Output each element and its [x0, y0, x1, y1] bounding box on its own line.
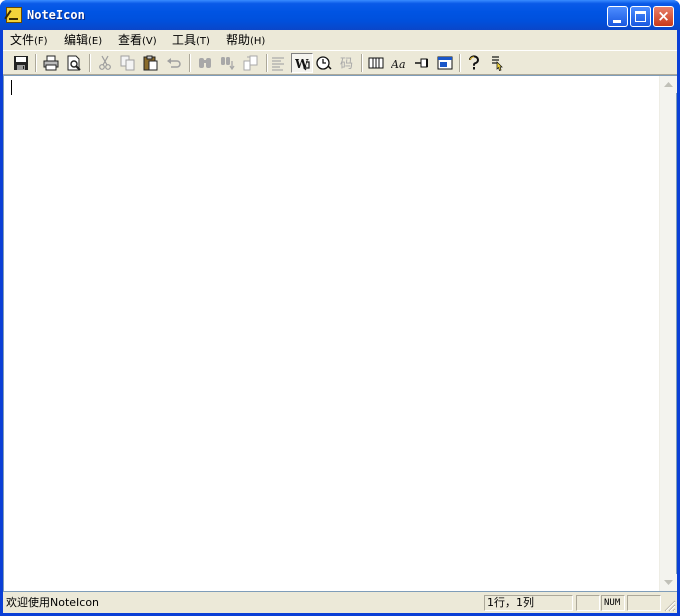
status-cursor-position: 1行，1列	[484, 595, 573, 611]
svg-text:W: W	[295, 57, 309, 71]
word-wrap-icon: W	[295, 57, 310, 71]
menu-help[interactable]: 帮助(H)	[223, 32, 268, 49]
close-icon: ×	[657, 7, 670, 25]
find-next-button[interactable]	[217, 53, 239, 73]
arrow-down-icon	[664, 580, 673, 585]
replace-button[interactable]	[240, 53, 262, 73]
print-preview-button[interactable]	[63, 53, 85, 73]
find-button[interactable]	[194, 53, 216, 73]
window-options-button[interactable]	[434, 53, 456, 73]
menu-help-accel: (H)	[250, 36, 266, 47]
scissors-icon	[99, 55, 111, 70]
toolbar-separator	[35, 54, 37, 72]
title-bar[interactable]: NoteIcon ×	[0, 0, 680, 30]
pin-button[interactable]	[411, 53, 433, 73]
help-button[interactable]	[463, 53, 485, 73]
align-left-icon	[272, 57, 284, 71]
menu-edit-label: 编辑	[64, 33, 89, 47]
minimize-button[interactable]	[607, 6, 628, 27]
menu-file-accel: (F)	[34, 36, 48, 47]
app-window: NoteIcon × 文件(F) 编辑(E) 查看(V) 工具(T) 帮助(H)…	[0, 0, 680, 616]
toolbar-separator	[361, 54, 363, 72]
toolbar-separator	[189, 54, 191, 72]
status-bar: 欢迎使用NoteIcon 1行，1列 NUM	[3, 592, 677, 613]
print-preview-icon	[67, 55, 81, 71]
word-wrap-button[interactable]: W	[291, 53, 313, 73]
client-area: 文件(F) 编辑(E) 查看(V) 工具(T) 帮助(H) W 码 Aa 欢迎使…	[3, 30, 677, 613]
text-caret	[11, 80, 12, 95]
arrow-up-icon	[664, 82, 673, 87]
menu-tools-accel: (T)	[196, 36, 210, 47]
maximize-icon	[635, 11, 646, 22]
menu-file[interactable]: 文件(F)	[7, 32, 51, 49]
menu-edit[interactable]: 编辑(E)	[61, 32, 105, 49]
window-icon	[437, 56, 453, 70]
toolbar: W 码 Aa	[3, 50, 677, 75]
undo-button[interactable]	[163, 53, 185, 73]
columns-button[interactable]	[365, 53, 387, 73]
copy-button[interactable]	[117, 53, 139, 73]
menu-tools-label: 工具	[172, 33, 197, 47]
paste-button[interactable]	[140, 53, 162, 73]
help-question-icon	[468, 55, 479, 70]
floppy-disk-icon	[14, 56, 28, 70]
scroll-up-button[interactable]	[660, 76, 677, 93]
code-icon: 码	[340, 57, 353, 71]
clock-icon	[316, 56, 332, 70]
context-help-icon	[492, 56, 503, 71]
status-caps-lock	[576, 595, 600, 611]
menu-help-label: 帮助	[226, 33, 251, 47]
resize-grip-icon[interactable]	[663, 599, 676, 612]
window-title: NoteIcon	[27, 8, 85, 22]
copy-icon	[120, 55, 135, 71]
menu-file-label: 文件	[10, 33, 35, 47]
status-message: 欢迎使用NoteIcon	[6, 596, 100, 609]
cut-button[interactable]	[94, 53, 116, 73]
save-button[interactable]	[10, 53, 32, 73]
toolbar-separator	[459, 54, 461, 72]
binoculars-icon	[199, 58, 211, 68]
replace-icon	[243, 55, 258, 71]
columns-icon	[368, 57, 384, 69]
text-editor[interactable]	[3, 75, 677, 592]
menu-bar: 文件(F) 编辑(E) 查看(V) 工具(T) 帮助(H)	[3, 30, 677, 50]
svg-text:Aa: Aa	[391, 58, 406, 71]
printer-icon	[43, 55, 59, 71]
print-button[interactable]	[40, 53, 62, 73]
context-help-button[interactable]	[485, 53, 507, 73]
align-button[interactable]	[267, 53, 289, 73]
minimize-icon	[613, 20, 621, 23]
clipboard-icon	[143, 55, 158, 71]
menu-edit-accel: (E)	[88, 36, 103, 47]
menu-view-label: 查看	[118, 33, 143, 47]
status-scroll-lock	[627, 595, 661, 611]
close-button[interactable]: ×	[653, 6, 674, 27]
vertical-scrollbar[interactable]	[659, 76, 677, 591]
encoding-button[interactable]: 码	[336, 53, 358, 73]
toolbar-separator	[89, 54, 91, 72]
menu-tools[interactable]: 工具(T)	[169, 32, 213, 49]
font-button[interactable]: Aa	[388, 53, 410, 73]
insert-time-button[interactable]	[313, 53, 335, 73]
undo-icon	[167, 58, 181, 68]
menu-view-accel: (V)	[142, 36, 157, 47]
svg-text:码: 码	[340, 57, 353, 71]
maximize-button[interactable]	[630, 6, 651, 27]
pushpin-icon	[415, 58, 428, 68]
scroll-down-button[interactable]	[660, 574, 677, 591]
find-next-icon	[221, 57, 235, 71]
app-icon[interactable]	[6, 7, 22, 23]
status-num-lock: NUM	[601, 595, 625, 611]
menu-view[interactable]: 查看(V)	[115, 32, 160, 49]
font-icon: Aa	[391, 58, 406, 71]
